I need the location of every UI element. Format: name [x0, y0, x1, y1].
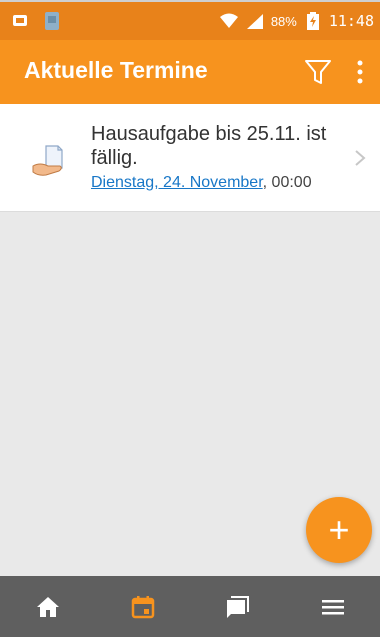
tab-calendar[interactable] [95, 576, 190, 637]
home-icon [36, 596, 59, 617]
status-time: 11:48 [328, 12, 374, 30]
signal-icon [245, 11, 265, 31]
more-vertical-icon[interactable] [356, 60, 364, 84]
battery-charging-icon [303, 11, 323, 31]
tab-menu[interactable] [285, 576, 380, 637]
page-title: Aktuelle Termine [24, 57, 208, 83]
sim-icon [42, 11, 62, 31]
filter-icon[interactable] [304, 58, 332, 86]
event-date-link[interactable]: Dienstag, 24. November [91, 174, 263, 191]
menu-icon [321, 599, 344, 614]
app-bar: Aktuelle Termine [0, 40, 380, 104]
event-time: , 00:00 [262, 174, 312, 191]
add-event-button[interactable]: + [306, 497, 372, 563]
event-title: Hausaufgabe bis 25.11. ist fällig. [91, 123, 327, 169]
event-item[interactable]: Hausaufgabe bis 25.11. ist fällig. Diens… [0, 104, 380, 212]
chevron-right-icon [354, 149, 366, 167]
battery-percent: 88% [270, 13, 297, 29]
tab-home[interactable] [0, 576, 95, 637]
assignment-icon [32, 144, 66, 178]
status-bar: 88% 11:48 [0, 0, 380, 40]
event-date: Dienstag, 24. November, 00:00 [91, 174, 312, 192]
status-left-icons [10, 11, 62, 31]
tab-messages[interactable] [190, 576, 285, 637]
calendar-icon [131, 595, 154, 618]
bottom-navigation [0, 576, 380, 637]
wifi-icon [219, 11, 239, 31]
notification-icon [10, 11, 30, 31]
status-right-icons: 88% 11:48 [219, 11, 374, 31]
messages-icon [226, 595, 249, 618]
